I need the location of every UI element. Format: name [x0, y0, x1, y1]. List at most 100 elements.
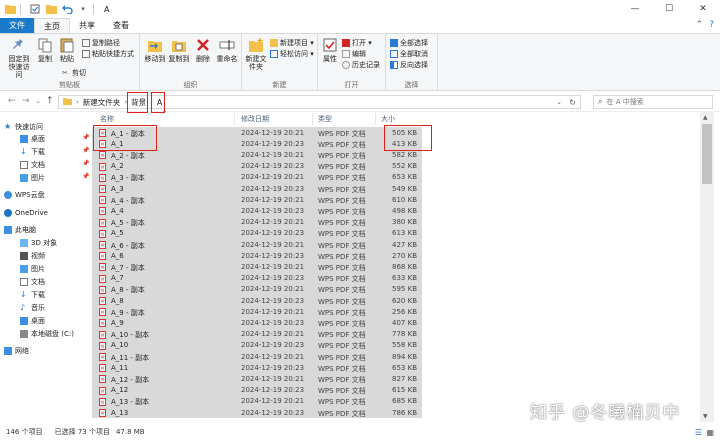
nav-quick-downloads[interactable]: ↓ 下载	[20, 146, 45, 157]
pin-to-quick-access-button[interactable]: 固定到快速访问	[6, 37, 32, 79]
desktop-icon	[20, 134, 28, 143]
delete-button[interactable]: 删除	[194, 37, 212, 63]
file-row[interactable]: ▤ A_9 - 副本 2024-12-19 20:21 WPS PDF 文档 256 K…	[92, 306, 422, 318]
properties-button[interactable]: 属性	[321, 37, 339, 63]
file-name: A_11 - 副本	[111, 353, 150, 362]
cut-button[interactable]: ✂ 剪切	[62, 68, 86, 78]
history-button[interactable]: 历史记录	[342, 60, 380, 70]
nav-onedrive[interactable]: OneDrive	[4, 207, 48, 218]
file-type: WPS PDF 文档	[318, 163, 366, 172]
nav-documents[interactable]: 文档	[20, 276, 45, 287]
vertical-scrollbar[interactable]: ▲ ▼	[700, 112, 714, 422]
nav-quick-desktop[interactable]: 桌面	[20, 133, 45, 144]
nav-3d-objects[interactable]: 3D 对象	[20, 237, 57, 248]
nav-this-pc[interactable]: 此电脑	[4, 224, 36, 235]
nav-local-disk-c[interactable]: 本地磁盘 (C:)	[20, 328, 74, 339]
file-row[interactable]: ▤ A_12 - 副本 2024-12-19 20:21 WPS PDF 文档 827 …	[92, 373, 422, 385]
nav-videos[interactable]: 视频	[20, 250, 45, 261]
file-row[interactable]: ▤ A_7 - 副本 2024-12-19 20:21 WPS PDF 文档 868 K…	[92, 261, 422, 273]
file-row[interactable]: ▤ A_12 2024-12-19 20:23 WPS PDF 文档 615 KB	[92, 384, 422, 396]
file-row[interactable]: ▤ A_5 - 副本 2024-12-19 20:21 WPS PDF 文档 380 K…	[92, 216, 422, 228]
address-dropdown-icon[interactable]: ⌄	[556, 98, 562, 106]
nav-quick-documents[interactable]: 文档	[20, 159, 45, 170]
column-size[interactable]: 大小	[381, 114, 395, 124]
close-button[interactable]: ✕	[686, 0, 720, 18]
collapse-ribbon-icon[interactable]: ⌃	[696, 20, 704, 30]
recent-locations-icon[interactable]: ⌄	[35, 97, 41, 105]
column-date[interactable]: 修改日期	[241, 114, 269, 124]
file-row[interactable]: ▤ A_2 - 副本 2024-12-19 20:21 WPS PDF 文档 582 K…	[92, 149, 422, 161]
file-row[interactable]: ▤ A_8 - 副本 2024-12-19 20:21 WPS PDF 文档 595 K…	[92, 283, 422, 295]
forward-arrow-icon[interactable]: →	[22, 96, 30, 106]
column-type[interactable]: 类型	[318, 114, 332, 124]
copy-to-button[interactable]: 复制到	[168, 37, 190, 63]
copy-button[interactable]: 复制	[36, 37, 54, 63]
maximize-button[interactable]: ☐	[652, 0, 686, 18]
breadcrumb-new-folder[interactable]: 新建文件夹	[83, 97, 121, 108]
nav-wps-cloud[interactable]: WPS云盘	[4, 189, 45, 200]
file-row[interactable]: ▤ A_3 2024-12-19 20:23 WPS PDF 文档 549 KB	[92, 183, 422, 195]
new-folder-quick-icon[interactable]	[45, 3, 57, 15]
file-size: 558 KB	[392, 341, 417, 350]
new-item-button[interactable]: 新建项目 ▾	[270, 38, 314, 48]
nav-network[interactable]: 网络	[4, 345, 29, 356]
large-icons-view-icon[interactable]: ▦	[706, 428, 714, 437]
nav-downloads[interactable]: ↓ 下载	[20, 289, 45, 300]
move-to-button[interactable]: 移动到	[144, 37, 166, 63]
select-all-button[interactable]: 全部选择	[390, 38, 428, 48]
file-row[interactable]: ▤ A_6 2024-12-19 20:23 WPS PDF 文档 270 KB	[92, 250, 422, 262]
minimize-button[interactable]: —	[618, 0, 652, 18]
undo-icon[interactable]	[61, 3, 73, 15]
tab-home[interactable]: 主页	[34, 18, 70, 33]
new-folder-button[interactable]: 新建文件夹	[245, 37, 267, 71]
edit-button[interactable]: 编辑	[342, 49, 366, 59]
quick-access-dropdown-icon[interactable]: ▾	[77, 3, 89, 15]
file-row[interactable]: ▤ A_6 - 副本 2024-12-19 20:21 WPS PDF 文档 427 K…	[92, 239, 422, 251]
rename-button[interactable]: 重命名	[216, 37, 238, 63]
easy-access-button[interactable]: 轻松访问 ▾	[270, 49, 314, 59]
back-arrow-icon[interactable]: ←	[8, 96, 16, 106]
nav-quick-pictures[interactable]: 图片	[20, 172, 45, 183]
search-input[interactable]: ⌕ 在 A 中搜索	[593, 95, 713, 109]
file-row[interactable]: ▤ A_4 2024-12-19 20:23 WPS PDF 文档 498 KB	[92, 205, 422, 217]
file-row[interactable]: ▤ A_5 2024-12-19 20:23 WPS PDF 文档 613 KB	[92, 227, 422, 239]
file-row[interactable]: ▤ A_11 2024-12-19 20:23 WPS PDF 文档 653 KB	[92, 362, 422, 374]
easy-access-icon	[270, 50, 278, 58]
help-icon[interactable]: ?	[709, 20, 714, 30]
file-row[interactable]: ▤ A_2 2024-12-19 20:23 WPS PDF 文档 552 KB	[92, 160, 422, 172]
details-view-icon[interactable]: ☰	[695, 428, 702, 437]
tab-share[interactable]: 共享	[70, 18, 104, 33]
refresh-icon[interactable]: ↻	[569, 98, 576, 107]
invert-selection-button[interactable]: 反向选择	[390, 60, 428, 70]
file-row[interactable]: ▤ A_4 - 副本 2024-12-19 20:21 WPS PDF 文档 610 K…	[92, 194, 422, 206]
nav-music[interactable]: ♪ 音乐	[20, 302, 45, 313]
file-row[interactable]: ▤ A_10 - 副本 2024-12-19 20:21 WPS PDF 文档 778 …	[92, 328, 422, 340]
column-name[interactable]: 名称	[100, 114, 114, 124]
file-name: A_7 - 副本	[111, 263, 145, 272]
nav-desktop[interactable]: 桌面	[20, 315, 45, 326]
tab-view[interactable]: 查看	[104, 18, 138, 33]
file-row[interactable]: ▤ A_11 - 副本 2024-12-19 20:21 WPS PDF 文档 894 …	[92, 351, 422, 363]
paste-shortcut-button[interactable]: 粘贴快捷方式	[82, 49, 134, 59]
file-row[interactable]: ▤ A_9 2024-12-19 20:23 WPS PDF 文档 407 KB	[92, 317, 422, 329]
file-row[interactable]: ▤ A_7 2024-12-19 20:23 WPS PDF 文档 633 KB	[92, 272, 422, 284]
up-arrow-icon[interactable]: ↑	[46, 96, 54, 106]
select-none-button[interactable]: 全部取消	[390, 49, 428, 59]
file-type: WPS PDF 文档	[318, 353, 366, 362]
file-date: 2024-12-19 20:23	[241, 341, 305, 350]
scroll-up-icon[interactable]: ▲	[703, 114, 708, 121]
nav-quick-access[interactable]: ★ 快速访问	[4, 121, 43, 132]
scroll-down-icon[interactable]: ▼	[703, 413, 708, 420]
file-row[interactable]: ▤ A_10 2024-12-19 20:23 WPS PDF 文档 558 KB	[92, 339, 422, 351]
copy-path-button[interactable]: 复制路径	[82, 38, 120, 48]
file-row[interactable]: ▤ A_13 - 副本 2024-12-19 20:21 WPS PDF 文档 685 …	[92, 395, 422, 407]
tab-file[interactable]: 文件	[0, 18, 34, 33]
scrollbar-thumb[interactable]	[702, 124, 712, 184]
file-row[interactable]: ▤ A_8 2024-12-19 20:23 WPS PDF 文档 620 KB	[92, 295, 422, 307]
file-row[interactable]: ▤ A_3 - 副本 2024-12-19 20:21 WPS PDF 文档 653 K…	[92, 171, 422, 183]
paste-button[interactable]: 粘贴	[58, 37, 76, 63]
file-row[interactable]: ▤ A_13 2024-12-19 20:23 WPS PDF 文档 786 KB	[92, 407, 422, 419]
properties-quick-icon[interactable]	[29, 3, 41, 15]
open-button[interactable]: 打开 ▾	[342, 38, 372, 48]
nav-pictures[interactable]: 图片	[20, 263, 45, 274]
